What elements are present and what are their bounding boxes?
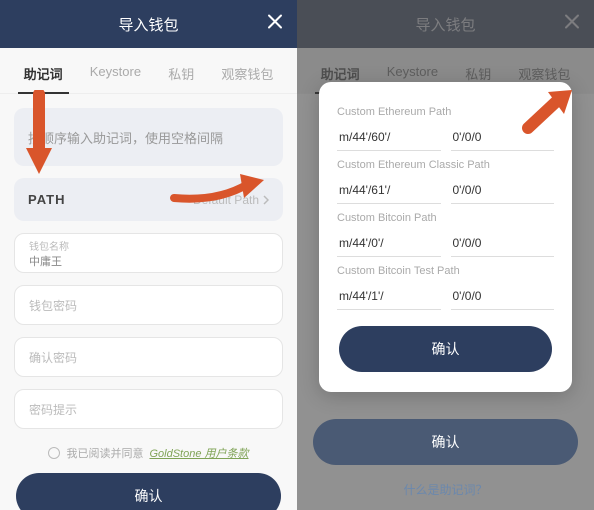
path-modal: Custom Ethereum Path m/44'/60'/ 0'/0/0 C… (319, 82, 572, 392)
phone-left: 导入钱包 助记词 Keystore 私钥 观察钱包 按顺序输入助记词，使用空格间… (0, 0, 297, 510)
tab-keystore[interactable]: Keystore (86, 58, 145, 93)
phone-right: 导入钱包 助记词 Keystore 私钥 观察钱包 确认 什么是助记词？ Cus… (297, 0, 594, 510)
terms-radio[interactable] (48, 447, 60, 459)
path-prefix-input[interactable]: m/44'/1'/ (337, 283, 441, 310)
chevron-right-icon (263, 195, 269, 205)
content: 按顺序输入助记词，使用空格间隔 PATH Default Path 钱包名称 中… (0, 94, 297, 510)
mnemonic-input[interactable]: 按顺序输入助记词，使用空格间隔 (14, 108, 283, 166)
confirm-button-bg: 确认 (313, 419, 578, 465)
password-hint-label: 密码提示 (29, 401, 268, 418)
terms-row: 我已阅读并同意 GoldStone 用户条款 (14, 445, 283, 461)
wallet-password-field[interactable]: 钱包密码 (14, 285, 283, 325)
path-suffix-input[interactable]: 0'/0/0 (451, 177, 555, 204)
path-prefix-input[interactable]: m/44'/0'/ (337, 230, 441, 257)
path-row-btc: m/44'/0'/ 0'/0/0 (337, 230, 554, 257)
section-btctest-title: Custom Bitcoin Test Path (337, 265, 554, 277)
path-selector[interactable]: PATH Default Path (14, 178, 283, 221)
header: 导入钱包 (0, 0, 297, 48)
wallet-name-field[interactable]: 钱包名称 中庸王 (14, 233, 283, 273)
tabs: 助记词 Keystore 私钥 观察钱包 (0, 48, 297, 94)
background-bottom: 确认 什么是助记词？ (311, 419, 580, 498)
tab-privatekey[interactable]: 私钥 (164, 58, 198, 93)
path-suffix-input[interactable]: 0'/0/0 (451, 283, 555, 310)
confirm-button[interactable]: 确认 (16, 473, 281, 510)
path-value: Default Path (193, 193, 269, 207)
tab-watch[interactable]: 观察钱包 (217, 58, 277, 93)
tab-mnemonic[interactable]: 助记词 (20, 58, 67, 93)
section-eth-title: Custom Ethereum Path (337, 106, 554, 118)
page-title: 导入钱包 (118, 14, 178, 35)
path-row-etc: m/44'/61'/ 0'/0/0 (337, 177, 554, 204)
path-suffix-input[interactable]: 0'/0/0 (451, 230, 555, 257)
modal-confirm-button[interactable]: 确认 (339, 326, 552, 372)
terms-prefix: 我已阅读并同意 (66, 445, 143, 461)
path-prefix-input[interactable]: m/44'/61'/ (337, 177, 441, 204)
path-row-eth: m/44'/60'/ 0'/0/0 (337, 124, 554, 151)
path-row-btctest: m/44'/1'/ 0'/0/0 (337, 283, 554, 310)
path-label: PATH (28, 192, 65, 207)
password-hint-field[interactable]: 密码提示 (14, 389, 283, 429)
wallet-password-label: 钱包密码 (29, 297, 268, 314)
wallet-name-value: 中庸王 (29, 253, 268, 269)
terms-link[interactable]: GoldStone 用户条款 (149, 445, 248, 461)
section-btc-title: Custom Bitcoin Path (337, 212, 554, 224)
close-icon[interactable] (267, 14, 283, 35)
help-link-bg: 什么是助记词？ (311, 481, 580, 498)
path-suffix-input[interactable]: 0'/0/0 (451, 124, 555, 151)
mnemonic-placeholder: 按顺序输入助记词，使用空格间隔 (28, 128, 223, 147)
wallet-name-label: 钱包名称 (29, 238, 268, 253)
confirm-password-label: 确认密码 (29, 349, 268, 366)
section-etc-title: Custom Ethereum Classic Path (337, 159, 554, 171)
path-prefix-input[interactable]: m/44'/60'/ (337, 124, 441, 151)
confirm-password-field[interactable]: 确认密码 (14, 337, 283, 377)
